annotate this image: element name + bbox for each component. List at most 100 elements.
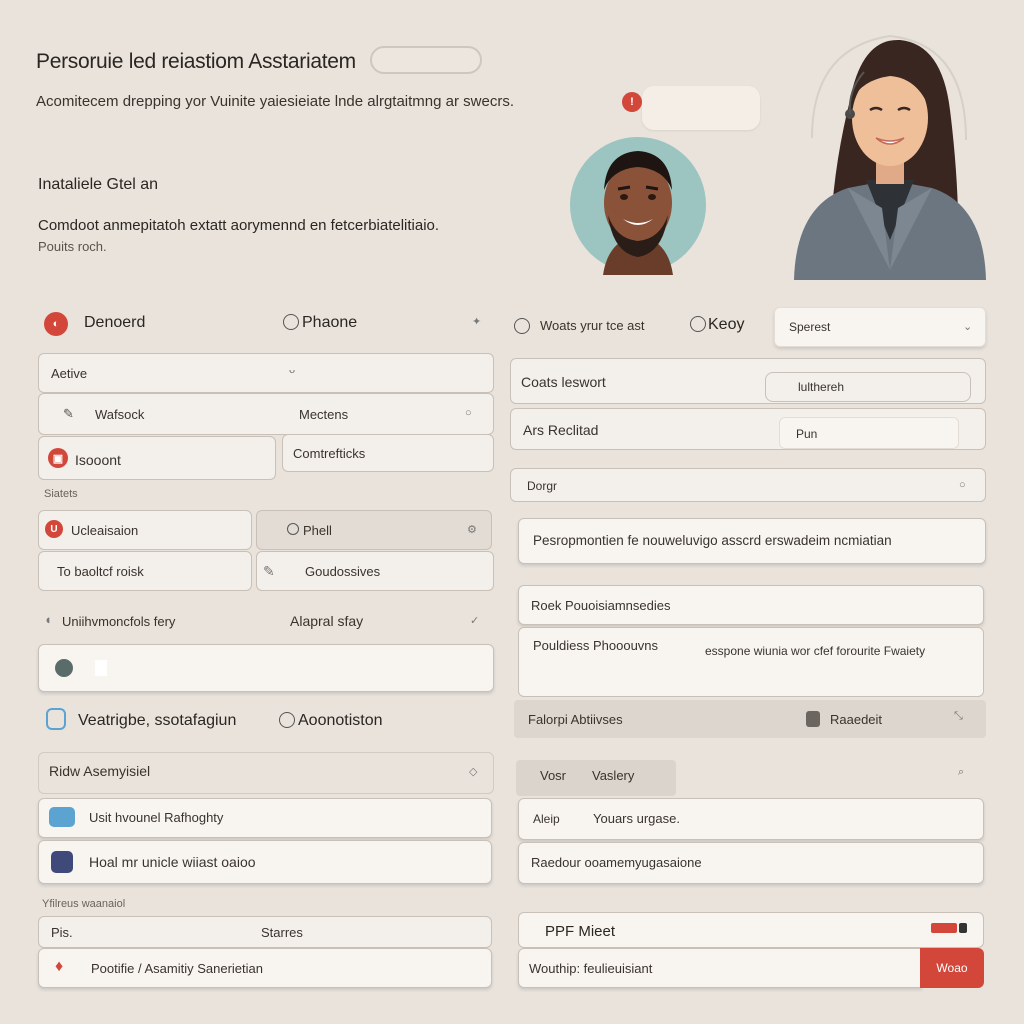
intro-line1: Comdoot anmepitatoh extatt aorymennd en … xyxy=(38,217,440,234)
avatar-man[interactable] xyxy=(568,135,708,275)
phone-icon[interactable] xyxy=(283,314,299,330)
combo2-select[interactable]: Pun xyxy=(779,417,959,449)
check-icon[interactable]: ✓ xyxy=(470,614,479,627)
expand-icon[interactable]: ⤡ xyxy=(954,710,963,723)
left-row4-right-label: Phell xyxy=(303,523,332,538)
pdf-field-value: Wouthip: feulieuisiant xyxy=(529,961,653,976)
left-row2-right: Mectens xyxy=(299,407,349,422)
asm-field-value: Ridw Asemyisiel xyxy=(49,763,151,779)
section-label: Siatets xyxy=(44,488,78,500)
right-list1-right: Youars urgase. xyxy=(593,811,680,826)
page-title: Persoruie led reiastiom Asstariatem xyxy=(36,50,356,73)
left-row2-left: Wafsock xyxy=(95,407,145,422)
field-p[interactable]: Pis. Starres xyxy=(38,916,492,948)
combo2[interactable]: Ars Reclitad Pun xyxy=(510,408,986,450)
left-row3-right[interactable]: Comtrefticks xyxy=(282,434,494,472)
combo1-label: Coats leswort xyxy=(521,374,606,390)
search-input[interactable]: Sperest ⌄ xyxy=(774,307,986,347)
pdf-field[interactable]: Wouthip: feulieuisiant xyxy=(518,948,922,988)
right-row-0[interactable]: Roek Pouoisiamnsedies xyxy=(518,585,984,625)
right-row-0-label: Roek Pouoisiamnsedies xyxy=(531,598,671,613)
left-row1-right-label: Phaone xyxy=(302,314,358,331)
combo1-select[interactable]: lulthereh xyxy=(765,372,971,402)
left-row3-left-label: Isooont xyxy=(75,452,121,468)
attachment-icon[interactable] xyxy=(279,712,295,728)
left-row4-left[interactable]: U Ucleaisaion xyxy=(38,510,252,550)
record-icon[interactable]: ◐ xyxy=(44,312,68,336)
left-row1-label: Denoerd xyxy=(84,314,146,331)
text-block-value: Pesropmontien fe nouweluvigo asscrd ersw… xyxy=(533,533,892,548)
refresh-icon[interactable]: ◇ xyxy=(469,765,477,778)
right-row1-mid: Keoy xyxy=(708,316,745,333)
left-row5-right[interactable]: ✎ Goudossives xyxy=(256,551,494,591)
edit-icon: ✎ xyxy=(263,563,275,579)
map-pin-icon: ♦ xyxy=(55,958,64,975)
dropdown-icon[interactable]: ○ xyxy=(959,479,966,491)
chat-icon xyxy=(49,807,75,827)
left-list2[interactable]: Hoal mr unicle wiiast oaioo xyxy=(38,840,492,884)
clock-icon xyxy=(287,523,299,535)
right-list2[interactable]: Raedour ooamemyugasaione xyxy=(518,842,984,884)
tab-menu-icon[interactable]: ⌕ xyxy=(958,766,964,779)
lock-icon: ▣ xyxy=(48,448,68,468)
tab-first[interactable]: Vosr Vaslery xyxy=(516,760,676,796)
info-icon: U xyxy=(45,520,63,538)
pdf-row[interactable]: PPF Mieet xyxy=(518,912,984,948)
lock-blue-icon xyxy=(51,851,73,873)
right-list2-label: Raedour ooamemyugasaione xyxy=(531,855,702,870)
key-icon[interactable] xyxy=(690,316,706,332)
asm-field[interactable]: Ridw Asemyisiel ◇ xyxy=(38,752,494,794)
submit-button-label: Woao xyxy=(936,961,968,975)
combo2-value: Pun xyxy=(796,427,818,441)
pdf-badge-end xyxy=(959,923,967,933)
tab-first-label: Vosr xyxy=(540,768,567,783)
combo2-label: Ars Reclitad xyxy=(523,422,599,438)
location-icon xyxy=(55,659,73,677)
band[interactable]: Falorpi Abtiivses Raaedeit ⤡ xyxy=(514,700,986,738)
avatar-woman[interactable] xyxy=(790,30,990,292)
settings-icon[interactable]: ⚙ xyxy=(467,523,477,536)
chevron-down-icon[interactable]: ⌄ xyxy=(963,320,972,333)
submit-button[interactable]: Woao xyxy=(920,948,984,988)
pdf-label: PPF Mieet xyxy=(545,923,616,940)
search-small-icon[interactable]: ○ xyxy=(465,407,472,419)
left-row2[interactable]: ✎ Wafsock Mectens ○ xyxy=(38,393,494,435)
intro-heading: Inataliele Gtel an xyxy=(38,176,159,193)
active-field-value: Aetive xyxy=(51,366,88,381)
left-row6-left: Uniihvmoncfols fery xyxy=(62,614,176,629)
text-block[interactable]: Pesropmontien fe nouweluvigo asscrd ersw… xyxy=(518,518,986,564)
combo1[interactable]: Coats leswort lulthereh xyxy=(510,358,986,404)
right-list1[interactable]: Aleip Youars urgase. xyxy=(518,798,984,840)
field-p-value: Pis. xyxy=(51,925,73,940)
left-headline-right: Aoonotiston xyxy=(298,712,383,729)
intro-line2: Pouits roch. xyxy=(38,239,107,254)
bottom-field[interactable]: ♦ Pootifie / Asamitiy Sanerietian xyxy=(38,948,492,988)
page-subtitle: Acomitecem drepping yor Vuinite yaiesiei… xyxy=(36,93,515,110)
field-p-right: Starres xyxy=(261,925,303,940)
bottom-field-value: Pootifie / Asamitiy Sanerietian xyxy=(91,961,263,976)
bookmark-icon xyxy=(806,711,820,727)
combo1-value: lulthereh xyxy=(798,380,845,394)
message-input[interactable] xyxy=(38,644,494,692)
active-field[interactable]: Aetive ᴗ xyxy=(38,353,494,393)
dropdown[interactable]: Dorgr ○ xyxy=(510,468,986,502)
help-icon[interactable] xyxy=(514,318,530,334)
pdf-badge xyxy=(931,923,957,933)
pen-icon: ✎ xyxy=(63,406,74,421)
left-row5-left[interactable]: To baoltcf roisk xyxy=(38,551,252,591)
left-headline-left: Veatrigbe, ssotafagiun xyxy=(78,712,237,729)
left-list2-label: Hoal mr unicle wiiast oaioo xyxy=(89,854,256,870)
notification-bubble xyxy=(642,86,760,130)
right-row-1[interactable]: Pouldiess Phooouvns esspone wiunia wor c… xyxy=(518,627,984,697)
mic-icon[interactable]: ᴗ xyxy=(289,364,295,376)
title-pill[interactable] xyxy=(370,46,482,74)
left-row3-left[interactable]: ▣ Isooont xyxy=(38,436,276,480)
left-list1[interactable]: Usit hvounel Rafhoghty xyxy=(38,798,492,838)
sparkle-icon[interactable]: ✦ xyxy=(472,315,481,328)
left-row4-right[interactable]: Phell ⚙ xyxy=(256,510,492,550)
leaf-icon: ◖ xyxy=(44,612,52,627)
notification-icon[interactable]: ! xyxy=(622,92,642,112)
band-right: Raaedeit xyxy=(830,712,883,727)
shield-icon xyxy=(46,708,66,730)
left-list1-label: Usit hvounel Rafhoghty xyxy=(89,810,224,825)
